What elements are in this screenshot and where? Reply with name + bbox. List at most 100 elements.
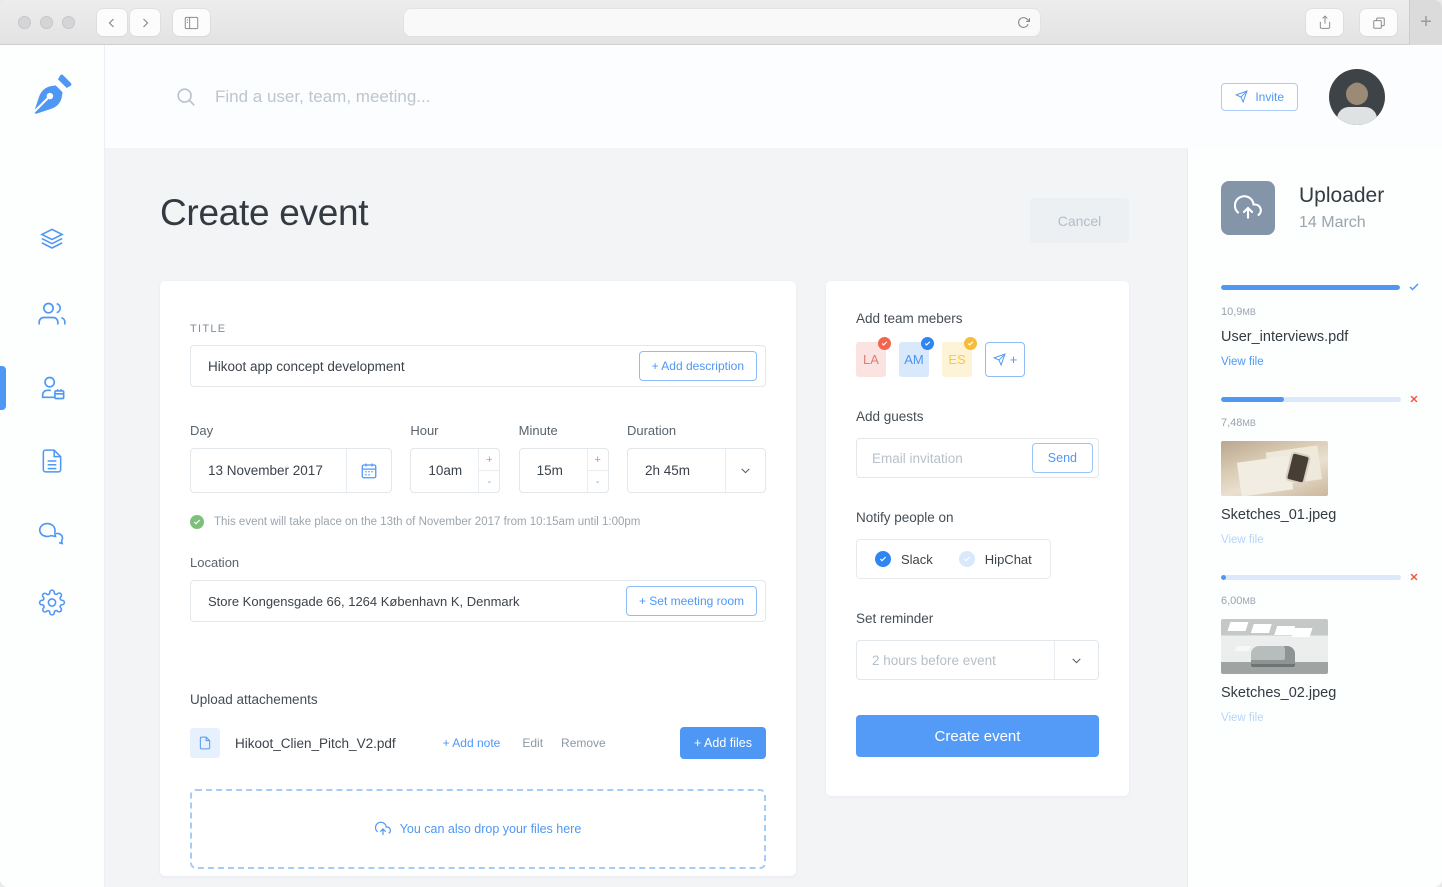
- minute-decrement-button[interactable]: -: [588, 471, 608, 492]
- sidebar-item-chat[interactable]: [38, 519, 66, 547]
- file-name: Sketches_01.jpeg: [1221, 507, 1420, 523]
- url-input[interactable]: [404, 15, 1017, 30]
- sidebar-icon: [184, 16, 199, 30]
- day-label: Day: [190, 423, 392, 438]
- day-picker[interactable]: 13 November 2017: [190, 448, 392, 493]
- uploader-date: 14 March: [1299, 214, 1384, 232]
- sidebar-item-settings[interactable]: [39, 589, 66, 616]
- layers-icon: [39, 226, 66, 253]
- sidebar-item-teams[interactable]: [38, 300, 66, 328]
- thumbnail-image: [1221, 619, 1328, 674]
- back-button[interactable]: [97, 9, 127, 36]
- cancel-upload-icon[interactable]: [1409, 572, 1419, 582]
- reminder-label: Set reminder: [856, 611, 1099, 626]
- reminder-dropdown-button[interactable]: [1054, 641, 1098, 679]
- uploader-panel: Uploader 14 March 10,9M: [1187, 148, 1442, 887]
- address-bar[interactable]: [404, 9, 1040, 36]
- minute-value: 15m: [520, 449, 587, 492]
- attachment-filename: Hikoot_Clien_Pitch_V2.pdf: [235, 736, 396, 751]
- thumbnail-image: [1221, 441, 1328, 496]
- duration-label: Duration: [627, 423, 766, 438]
- minute-field-group: Minute 15m + -: [519, 423, 609, 493]
- create-event-button[interactable]: Create event: [856, 715, 1099, 757]
- close-window-icon[interactable]: [18, 16, 31, 29]
- forward-button[interactable]: [130, 9, 160, 36]
- duration-select[interactable]: 2h 45m: [627, 448, 766, 493]
- file-dropzone[interactable]: You can also drop your files here: [190, 789, 766, 869]
- reload-icon[interactable]: [1017, 16, 1030, 29]
- location-field[interactable]: + Set meeting room: [190, 580, 766, 622]
- add-note-button[interactable]: + Add note: [443, 736, 501, 750]
- sidebar-item-documents[interactable]: [39, 448, 65, 474]
- cancel-button[interactable]: Cancel: [1030, 198, 1129, 243]
- cloud-upload-icon: [375, 821, 391, 837]
- member-initials: ES: [948, 352, 965, 367]
- zoom-window-icon[interactable]: [62, 16, 75, 29]
- view-file-link[interactable]: View file: [1221, 712, 1420, 724]
- paper-plane-icon: [1235, 90, 1248, 103]
- invite-button[interactable]: Invite: [1221, 83, 1298, 111]
- guest-email-input[interactable]: [857, 451, 1032, 466]
- chevron-right-icon: [139, 17, 151, 29]
- tab-overview-button[interactable]: [1360, 9, 1397, 36]
- page-title: Create event: [160, 192, 368, 234]
- add-description-button[interactable]: + Add description: [639, 351, 757, 381]
- duration-dropdown-button[interactable]: [725, 449, 765, 492]
- browser-chrome: +: [0, 0, 1442, 45]
- member-chip[interactable]: AM: [899, 342, 929, 377]
- edit-attachment-button[interactable]: Edit: [522, 736, 543, 750]
- notify-option-slack[interactable]: Slack: [875, 551, 933, 567]
- reminder-select[interactable]: 2 hours before event: [856, 640, 1099, 680]
- member-chip[interactable]: LA: [856, 342, 886, 377]
- calendar-icon: [360, 462, 378, 480]
- file-size: 10,9MB: [1221, 306, 1420, 318]
- calendar-button[interactable]: [346, 449, 391, 492]
- remove-attachment-button[interactable]: Remove: [561, 736, 606, 750]
- minute-increment-button[interactable]: +: [588, 449, 608, 471]
- notify-option-label: Slack: [901, 552, 933, 567]
- view-file-link[interactable]: View file: [1221, 356, 1420, 368]
- member-chip[interactable]: ES: [942, 342, 972, 377]
- set-meeting-room-button[interactable]: + Set meeting room: [626, 586, 757, 616]
- title-input[interactable]: [191, 359, 639, 374]
- notify-option-hipchat[interactable]: HipChat: [959, 551, 1032, 567]
- sidebar-item-meetings[interactable]: [38, 374, 66, 402]
- cancel-upload-icon[interactable]: [1409, 394, 1419, 404]
- file-size: 6,00MB: [1221, 595, 1420, 607]
- users-icon: [38, 300, 66, 328]
- member-status-badge: [878, 337, 891, 350]
- view-file-link[interactable]: View file: [1221, 534, 1420, 546]
- minute-stepper[interactable]: 15m + -: [519, 448, 609, 493]
- title-field[interactable]: + Add description: [190, 345, 766, 387]
- add-files-button[interactable]: + Add files: [680, 727, 766, 759]
- hour-decrement-button[interactable]: -: [479, 471, 499, 492]
- app-logo[interactable]: [29, 71, 75, 122]
- uploader-icon: [1221, 181, 1275, 235]
- share-icon: [1318, 15, 1332, 30]
- guest-email-field[interactable]: Send: [856, 438, 1099, 478]
- upload-item: 6,00MB Sketches_02.jpeg View file: [1221, 572, 1420, 724]
- minimize-window-icon[interactable]: [40, 16, 53, 29]
- user-avatar[interactable]: [1329, 69, 1385, 125]
- location-input[interactable]: [191, 594, 626, 609]
- search-input[interactable]: [215, 87, 1221, 107]
- share-button[interactable]: [1306, 9, 1343, 36]
- hour-stepper[interactable]: 10am + -: [410, 448, 500, 493]
- upload-item: 7,48MB Sketches_01.jpeg View file: [1221, 394, 1420, 546]
- send-invitation-button[interactable]: Send: [1032, 443, 1093, 473]
- add-member-button[interactable]: +: [985, 342, 1025, 377]
- notify-label: Notify people on: [856, 510, 1099, 525]
- sidebar-toggle-button[interactable]: [173, 9, 210, 36]
- attachments-label: Upload attachements: [190, 692, 766, 707]
- hour-increment-button[interactable]: +: [479, 449, 499, 471]
- event-form-card: TITLE + Add description Day 13 November …: [160, 281, 796, 876]
- sidebar-item-projects[interactable]: [39, 226, 66, 253]
- new-tab-button[interactable]: +: [1409, 0, 1442, 45]
- schedule-note: This event will take place on the 13th o…: [190, 515, 766, 529]
- attachment-row: Hikoot_Clien_Pitch_V2.pdf + Add note Edi…: [190, 727, 766, 759]
- member-initials: LA: [863, 352, 879, 367]
- chat-bubbles-icon: [38, 519, 66, 547]
- global-search[interactable]: [175, 86, 1221, 108]
- file-name: Sketches_02.jpeg: [1221, 685, 1420, 701]
- traffic-lights[interactable]: [18, 16, 75, 29]
